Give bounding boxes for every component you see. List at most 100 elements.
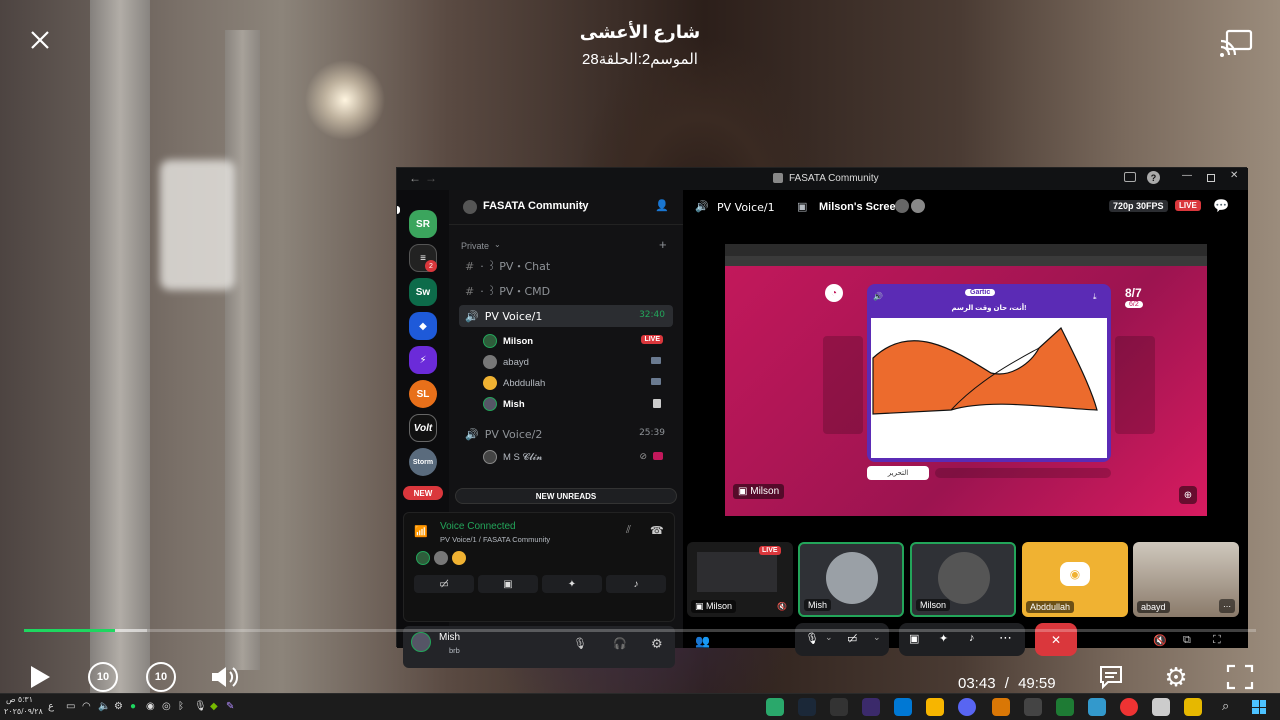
settings-gear-icon[interactable]: ⚙ [651,636,663,652]
tool-panel-right[interactable] [1115,336,1155,434]
disconnect-icon[interactable]: ☎ [650,524,664,537]
discord-tray-icon[interactable]: ◎ [162,701,171,712]
taskbar-app-icon[interactable] [1152,698,1170,716]
participant-tile[interactable]: Milson [910,542,1016,617]
play-icon[interactable] [28,664,52,695]
voice-user[interactable]: M S 𝓒𝓵𝓲𝓷 ⊘ [483,448,669,466]
add-channel-icon[interactable]: + [659,237,667,252]
speaker-mute-icon[interactable]: 🔇 [1153,634,1167,647]
mic-tray-icon[interactable]: 🎙 [194,701,207,712]
channel-pv-voice-1[interactable]: 🔊 PV Voice/1 32:40 [459,305,673,327]
more-icon[interactable]: ⋯ [999,630,1012,646]
windows-start-icon[interactable] [1252,700,1266,714]
category-label[interactable]: Private [461,241,489,251]
help-icon[interactable]: ? [1147,171,1160,184]
taskbar-app-steam-icon[interactable] [798,698,816,716]
fullscreen-icon[interactable] [1226,664,1254,695]
participant-tile[interactable]: LIVE ▣ Milson 🔇 [687,542,793,617]
participant-tile[interactable]: Mish [798,542,904,617]
settings-tray-icon[interactable]: ⚙ [114,701,123,712]
noise-suppression-icon[interactable]: ⫽ [626,524,631,537]
channel-pv-cmd[interactable]: # · ꒱ PV・CMD [459,280,673,302]
screen-share-icon[interactable]: ▣ [909,632,919,645]
soundboard-button[interactable]: ♪ [606,575,666,593]
zoom-icon[interactable]: ⊕ [1179,486,1197,504]
channel-pv-voice-2[interactable]: 🔊 PV Voice/2 25:39 [459,423,673,445]
screen-share-button[interactable]: ▣ [478,575,538,593]
chevron-down-icon[interactable]: ⌄ [825,632,833,643]
mute-icon[interactable]: 🔇 [777,602,787,611]
microphone-icon[interactable]: 🎙 [573,637,587,650]
taskbar-app-icon[interactable] [1088,698,1106,716]
microphone-icon[interactable]: 🎙 [805,632,819,645]
avatar[interactable] [411,632,431,652]
progress-track[interactable] [24,629,1256,632]
participant-tile[interactable]: abayd ⋯ [1133,542,1239,617]
server-icon-purple[interactable]: ⚡ [409,346,437,374]
download-icon[interactable]: ⤓ [1093,292,1097,302]
language-indicator[interactable]: ع [48,701,54,712]
volume-icon[interactable] [210,664,240,695]
minimize-icon[interactable]: — [1182,170,1192,181]
disconnect-button[interactable]: ✕ [1035,623,1077,656]
taskbar-app-icon[interactable] [992,698,1010,716]
taskbar-app-rockstar-icon[interactable] [926,698,944,716]
voice-user[interactable]: Mish [483,395,669,413]
tool-panel-left[interactable] [823,336,863,434]
participant-tile[interactable]: ◉ Abddullah [1022,542,1128,617]
window-close-icon[interactable]: ✕ [1230,170,1238,181]
rewind-10-icon[interactable]: 10 [88,662,118,692]
forward-10-icon[interactable]: 10 [146,662,176,692]
server-icon-sw[interactable]: Sw [409,278,437,306]
server-icon-storm[interactable]: Storm [409,448,437,476]
maximize-icon[interactable] [1207,174,1215,182]
wifi-icon[interactable]: ◠ [82,701,91,712]
activities-icon[interactable]: ✦ [939,632,948,645]
edit-button[interactable]: التحرير [867,466,929,480]
steam-tray-icon[interactable]: ◉ [146,701,155,712]
speaker-icon[interactable]: 🔈 [98,701,110,712]
headphones-icon[interactable]: 🎧 [613,637,627,650]
cast-icon[interactable] [1218,28,1254,60]
server-icon-sl[interactable]: SL [409,380,437,408]
server-icon-volt[interactable]: Volt [409,414,437,442]
voice-user[interactable]: Abddullah [483,374,669,392]
discord-window[interactable]: ← → FASATA Community ? — ✕ SR ≡ 2 Sw ◆ ⚡… [396,167,1248,668]
tool-bar[interactable] [935,468,1111,478]
popout-icon[interactable]: ⧉ [1183,634,1191,647]
server-icon-sr[interactable]: SR [409,210,437,238]
camera-off-button[interactable]: ▭̸ [414,575,474,593]
taskbar-app-store-icon[interactable] [894,698,912,716]
tray-app-green-icon[interactable]: ● [130,701,136,712]
forward-arrow-icon[interactable]: → [425,171,437,185]
subtitles-icon[interactable] [1098,664,1124,695]
clock-date[interactable]: ٢٠٢٥/٠٩/٢٨ [4,707,43,716]
fullscreen-icon[interactable]: ⛶ [1213,634,1221,647]
taskbar-app-icon[interactable] [862,698,880,716]
server-name[interactable]: FASATA Community [483,200,589,212]
taskbar-app-chart-icon[interactable] [1056,698,1074,716]
taskbar-app-files-icon[interactable] [1184,698,1202,716]
clock-time[interactable]: ٥:٣١ ص [6,695,33,704]
nvidia-icon[interactable]: ◆ [210,701,218,712]
settings-icon[interactable]: ⚙ [1160,662,1192,692]
invite-icon[interactable]: 👥 [695,634,710,648]
channel-pv-chat[interactable]: # · ꒱ PV・Chat [459,255,673,277]
add-member-icon[interactable]: 👤 [655,199,669,212]
taskbar-app-icon[interactable] [1024,698,1042,716]
chevron-down-icon[interactable]: ⌄ [577,199,585,210]
taskbar-app-chrome-icon[interactable] [1120,698,1138,716]
voice-user[interactable]: abayd [483,353,669,371]
soundboard-icon[interactable]: ♪ [969,632,975,644]
battery-icon[interactable]: ▭ [66,701,75,712]
new-badge[interactable]: NEW [403,486,443,500]
taskbar-app-whatsapp-icon[interactable] [766,698,784,716]
back-arrow-icon[interactable]: ← [409,171,421,185]
pen-tray-icon[interactable]: ✎ [226,701,234,712]
voice-location[interactable]: PV Voice/1 / FASATA Community [440,535,550,544]
category-chevron-icon[interactable]: ⌄ [494,240,501,249]
inbox-icon[interactable] [1124,172,1136,182]
taskbar-app-discord-icon[interactable] [958,698,976,716]
activities-button[interactable]: ✦ [542,575,602,593]
volume-icon[interactable]: 🔊 [873,292,883,301]
